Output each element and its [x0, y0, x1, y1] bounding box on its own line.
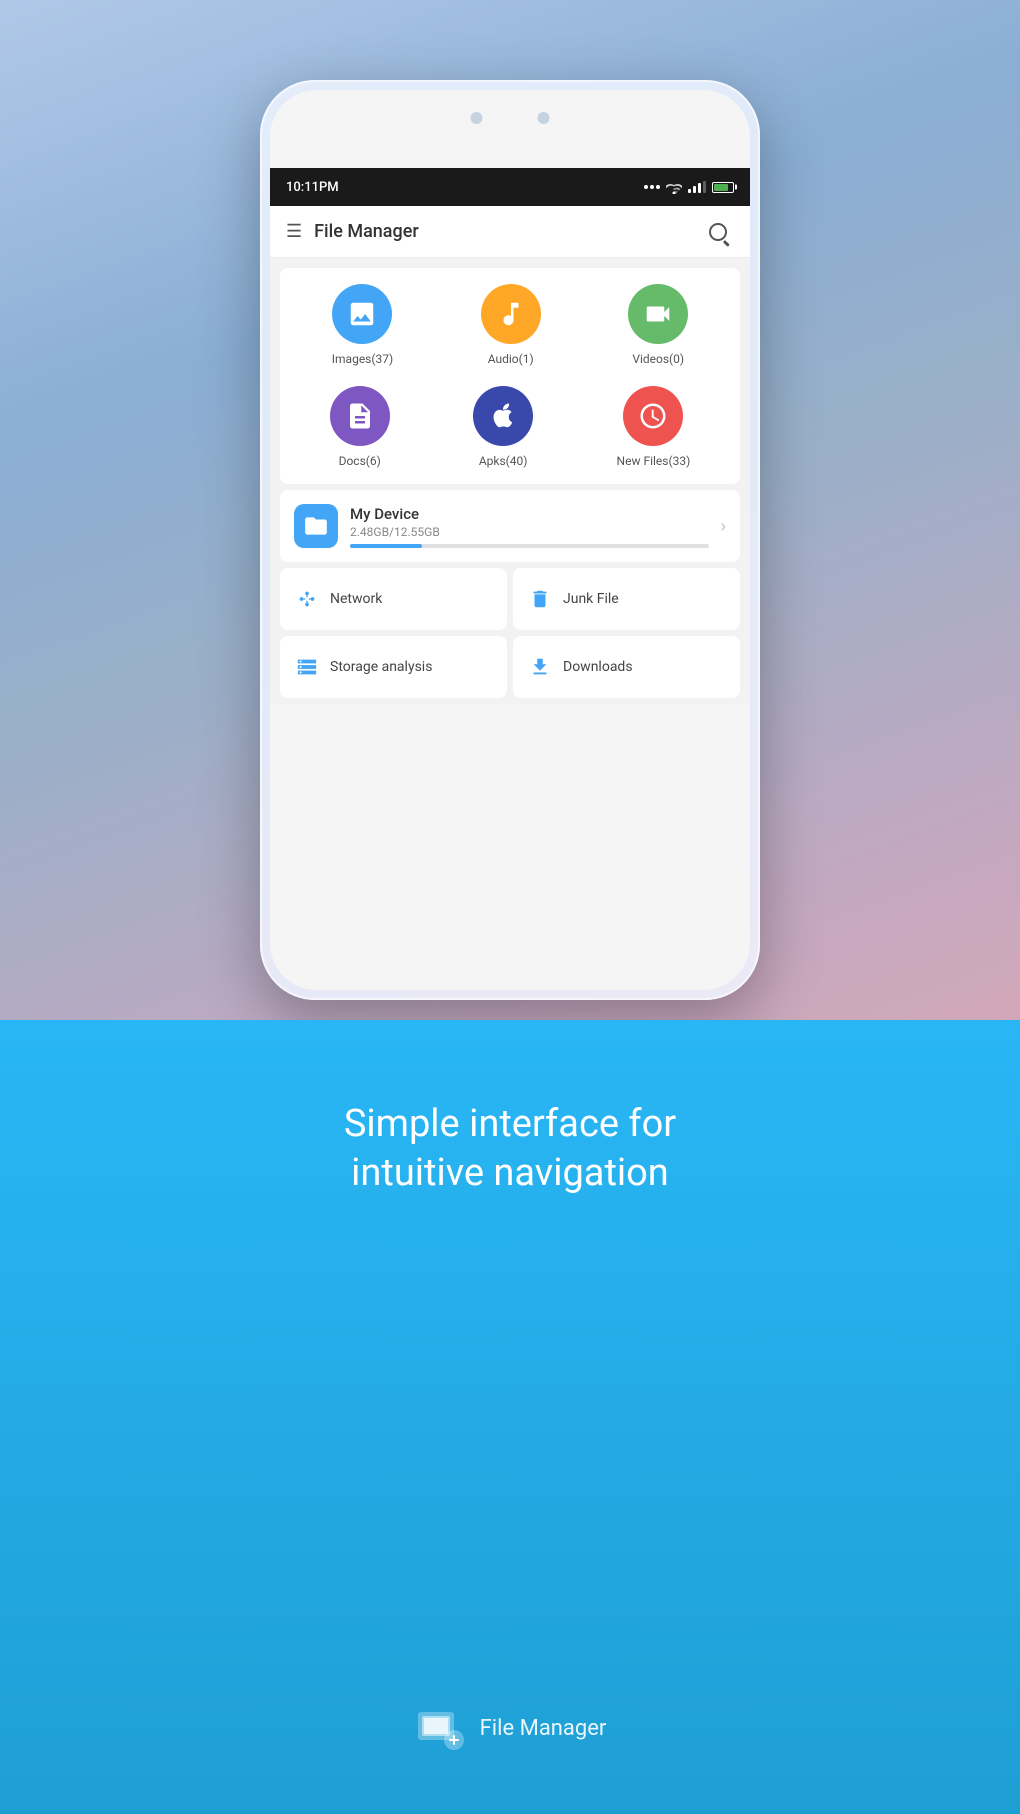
junk-icon: [527, 586, 553, 612]
storage-progress-fill: [350, 544, 422, 548]
category-docs[interactable]: Docs(6): [330, 386, 390, 468]
audio-label: Audio(1): [488, 352, 534, 366]
docs-label: Docs(6): [339, 454, 381, 468]
newfiles-label: New Files(33): [617, 454, 691, 468]
tagline-line2: intuitive navigation: [351, 1151, 669, 1195]
app-header: ☰ File Manager: [270, 206, 750, 258]
app-content: Images(37) Audio(1): [270, 258, 750, 704]
apks-icon: [488, 401, 518, 431]
device-icon: [303, 513, 329, 539]
category-apks[interactable]: Apks(40): [473, 386, 533, 468]
phone-frame: 10:11PM: [260, 80, 760, 1000]
header-left: ☰ File Manager: [286, 221, 419, 242]
docs-icon-bg: [330, 386, 390, 446]
storage-analysis-item[interactable]: Storage analysis: [280, 636, 507, 698]
docs-icon: [345, 401, 375, 431]
app-title: File Manager: [314, 221, 419, 242]
audio-icon: [496, 299, 526, 329]
device-storage: 2.48GB/12.55GB: [350, 525, 709, 539]
dot-left: [471, 112, 483, 124]
network-icon: [294, 586, 320, 612]
chevron-right-icon: ›: [721, 516, 726, 537]
device-info: My Device 2.48GB/12.55GB: [350, 505, 709, 548]
status-bar: 10:11PM: [270, 168, 750, 206]
category-videos[interactable]: Videos(0): [628, 284, 688, 366]
footer-app-name: File Manager: [480, 1716, 607, 1741]
junk-svg: [529, 588, 551, 610]
bottom-grid: Network Junk File: [280, 568, 740, 698]
apks-label: Apks(40): [479, 454, 528, 468]
notification-dots: [644, 185, 660, 189]
battery-icon: [712, 182, 734, 193]
category-newfiles[interactable]: New Files(33): [617, 386, 691, 468]
tagline: Simple interface for intuitive navigatio…: [344, 1100, 676, 1199]
newfiles-icon: [638, 401, 668, 431]
battery-fill: [714, 184, 728, 191]
device-icon-wrap: [294, 504, 338, 548]
tagline-line1: Simple interface for: [344, 1102, 676, 1146]
storage-svg: [296, 656, 318, 678]
images-label: Images(37): [332, 352, 393, 366]
videos-icon: [643, 299, 673, 329]
network-svg: [296, 588, 318, 610]
junk-file-item[interactable]: Junk File: [513, 568, 740, 630]
category-audio[interactable]: Audio(1): [481, 284, 541, 366]
device-name: My Device: [350, 505, 709, 523]
footer-brand: File Manager: [414, 1702, 607, 1754]
videos-icon-bg: [628, 284, 688, 344]
network-item[interactable]: Network: [280, 568, 507, 630]
videos-label: Videos(0): [632, 352, 684, 366]
wifi-icon: [666, 181, 682, 194]
signal-bars: [688, 181, 706, 193]
storage-progress-bar: [350, 544, 709, 548]
newfiles-icon-bg: [623, 386, 683, 446]
category-row-2: Docs(6) Apks(40): [288, 386, 732, 468]
junk-label: Junk File: [563, 591, 619, 607]
network-label: Network: [330, 591, 382, 607]
downloads-svg: [529, 656, 551, 678]
search-icon: [709, 223, 727, 241]
blue-section: Simple interface for intuitive navigatio…: [0, 1020, 1020, 1814]
footer-logo: [414, 1702, 466, 1754]
category-row-1: Images(37) Audio(1): [288, 284, 732, 366]
phone-screen: 10:11PM: [270, 90, 750, 990]
storage-analysis-label: Storage analysis: [330, 659, 432, 675]
dot-right: [538, 112, 550, 124]
search-button[interactable]: [702, 216, 734, 248]
downloads-icon: [527, 654, 553, 680]
status-icons: [644, 181, 734, 194]
apks-icon-bg: [473, 386, 533, 446]
my-device-card[interactable]: My Device 2.48GB/12.55GB ›: [280, 490, 740, 562]
category-card: Images(37) Audio(1): [280, 268, 740, 484]
audio-icon-bg: [481, 284, 541, 344]
storage-icon: [294, 654, 320, 680]
tagline-text: Simple interface for intuitive navigatio…: [344, 1100, 676, 1199]
category-images[interactable]: Images(37): [332, 284, 393, 366]
downloads-item[interactable]: Downloads: [513, 636, 740, 698]
phone-dots: [471, 112, 550, 124]
status-time: 10:11PM: [286, 180, 339, 195]
images-icon: [347, 299, 377, 329]
downloads-label: Downloads: [563, 659, 633, 675]
hamburger-icon[interactable]: ☰: [286, 221, 302, 242]
images-icon-bg: [332, 284, 392, 344]
